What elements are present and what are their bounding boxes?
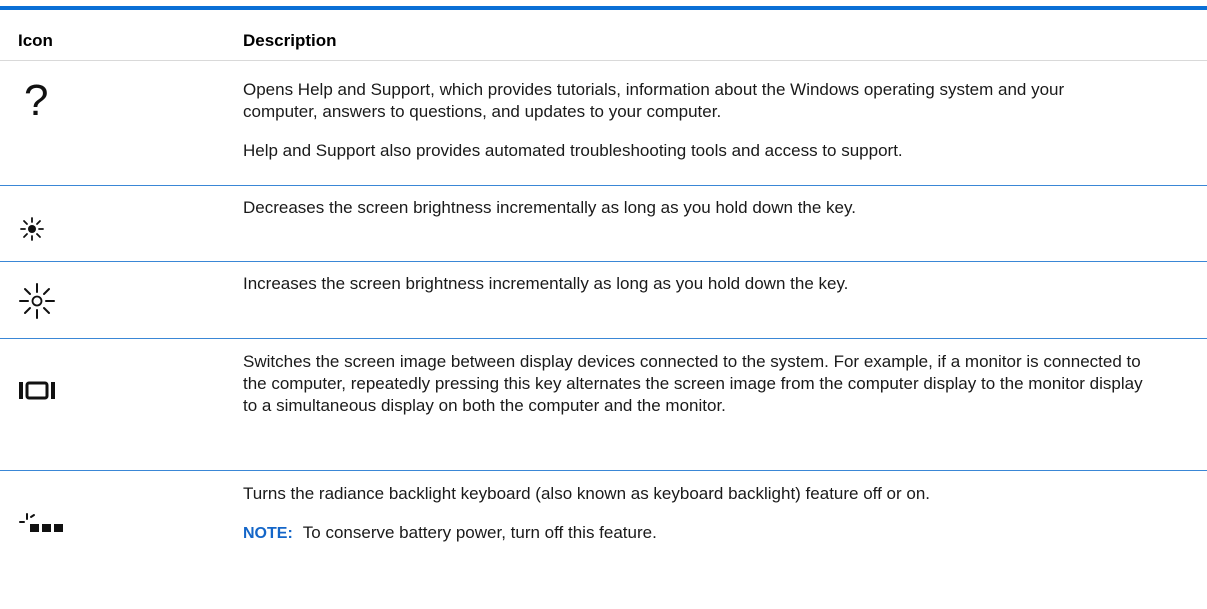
row-description: Increases the screen brightness incremen… (243, 273, 1143, 295)
brightness-up-icon (18, 282, 228, 325)
brightness-down-icon (18, 216, 228, 247)
row-description: Decreases the screen brightness incremen… (243, 197, 1143, 219)
row-description: Opens Help and Support, which provides t… (243, 79, 1143, 162)
switch-display-icon (18, 379, 228, 408)
row-description: Switches the screen image between displa… (243, 351, 1143, 417)
row-description: Turns the radiance backlight keyboard (a… (243, 483, 1143, 545)
description-text: Decreases the screen brightness incremen… (243, 198, 856, 217)
table-row: Turns the radiance backlight keyboard (a… (0, 471, 1207, 609)
note-text: To conserve battery power, turn off this… (302, 523, 657, 542)
description-text: Opens Help and Support, which provides t… (243, 80, 1065, 121)
description-text: Help and Support also provides automated… (243, 141, 903, 160)
note-label: NOTE: (243, 525, 293, 542)
header-description: Description (243, 31, 337, 50)
description-text: Increases the screen brightness incremen… (243, 274, 849, 293)
table-row: ? Opens Help and Support, which provides… (0, 61, 1207, 186)
note: NOTE: To conserve battery power, turn off… (243, 522, 1143, 545)
table-row: Decreases the screen brightness incremen… (0, 186, 1207, 262)
table-header-row: Icon Description (0, 10, 1207, 61)
header-icon: Icon (18, 31, 53, 50)
keyboard-backlight-icon (18, 512, 228, 541)
svg-text:?: ? (24, 77, 48, 121)
description-text: Switches the screen image between displa… (243, 352, 1143, 415)
description-text: Turns the radiance backlight keyboard (a… (243, 484, 930, 503)
table-row: Switches the screen image between displa… (0, 339, 1207, 471)
help-question-icon: ? (18, 76, 228, 126)
table-row: Increases the screen brightness incremen… (0, 262, 1207, 339)
